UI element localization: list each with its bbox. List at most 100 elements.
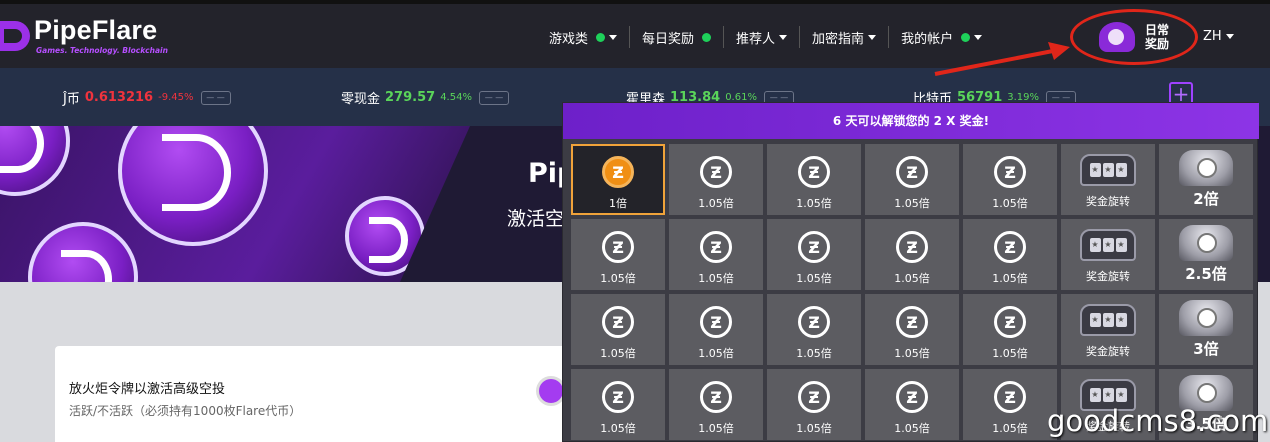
reward-day-cell[interactable]: 2倍	[1159, 144, 1253, 215]
reward-label: 1.05倍	[698, 347, 734, 360]
reward-day-cell[interactable]: Ƶ 1.05倍	[865, 219, 959, 290]
reward-day-cell[interactable]: ★ ★ ★ 奖金旋转	[1061, 144, 1155, 215]
chevron-down-icon	[1225, 34, 1234, 39]
zcash-coin-icon: Ƶ	[896, 156, 928, 188]
treasure-chest-icon	[1179, 225, 1233, 261]
reward-day-cell[interactable]: Ƶ 1.05倍	[963, 219, 1057, 290]
reward-day-cell[interactable]: Ƶ 1.05倍	[669, 219, 763, 290]
reward-label: 1.05倍	[894, 272, 930, 285]
zcash-coin-icon: Ƶ	[896, 381, 928, 413]
reward-label: 奖金旋转	[1086, 270, 1130, 283]
reward-label: 2倍	[1193, 190, 1219, 208]
reward-day-cell[interactable]: Ƶ 1.05倍	[767, 219, 861, 290]
zcash-coin-icon: Ƶ	[798, 231, 830, 263]
hero-subtitle: 激活空	[507, 208, 565, 230]
reward-day-cell[interactable]: Ƶ 1.05倍	[571, 219, 665, 290]
ticker-item[interactable]: Ĵ币 0.613216 -9.45% — —	[63, 88, 231, 107]
reward-day-cell[interactable]: Ƶ 1.05倍	[669, 144, 763, 215]
reward-day-cell[interactable]: Ƶ 1.05倍	[963, 294, 1057, 365]
reward-day-cell[interactable]: ★ ★ ★ 奖金旋转	[1061, 294, 1155, 365]
ticker-change: 4.54%	[440, 92, 472, 103]
nav-item[interactable]: 每日奖励	[630, 26, 725, 48]
zcash-coin-icon: Ƶ	[798, 306, 830, 338]
zcash-coin-icon: Ƶ	[700, 306, 732, 338]
zcash-coin-icon: Ƶ	[994, 231, 1026, 263]
ticker-name: 零现金	[341, 92, 381, 107]
chevron-down-icon	[868, 34, 877, 40]
reward-label: 2.5倍	[1185, 265, 1227, 283]
card-title: 放火炬令牌以激活高级空投	[69, 382, 226, 397]
reward-label: 1.05倍	[992, 272, 1028, 285]
reward-grid: Ƶ 1倍 Ƶ 1.05倍 Ƶ 1.05倍 Ƶ 1.05倍 Ƶ 1.05倍 ★ ★ ★ 奖金旋转 2倍 Ƶ 1.0…	[571, 144, 1257, 440]
language-label: ZH	[1203, 29, 1222, 44]
hero-art	[0, 126, 470, 282]
ticker-price: 279.57	[385, 90, 436, 105]
pipeflare-coin-icon	[28, 222, 138, 282]
reward-label: 1.05倍	[796, 347, 832, 360]
reward-day-cell[interactable]: Ƶ 1.05倍	[767, 294, 861, 365]
airdrop-card: 放火炬令牌以激活高级空投 活跃/不活跃（必须持有1000枚Flare代币）	[55, 346, 575, 442]
main-menu: 游戏类 每日奖励 推荐人 加密指南 我的帐户	[549, 26, 994, 48]
reward-day-cell[interactable]: 2.5倍	[1159, 219, 1253, 290]
reward-label-line1: 日常	[1144, 23, 1169, 37]
top-nav: PipeFlare Games. Technology. Blockchain …	[0, 0, 1270, 68]
nav-item[interactable]: 游戏类	[549, 26, 631, 48]
reward-label: 1.05倍	[796, 272, 832, 285]
reward-label: 1.05倍	[600, 347, 636, 360]
slot-machine-icon: ★ ★ ★	[1080, 304, 1136, 336]
nav-item[interactable]: 加密指南	[800, 26, 890, 48]
zcash-coin-icon: Ƶ	[602, 231, 634, 263]
pipeflare-coin-icon	[0, 126, 70, 196]
reward-day-cell[interactable]: Ƶ 1.05倍	[571, 294, 665, 365]
reward-day-cell[interactable]: Ƶ 1.05倍	[963, 369, 1057, 440]
nav-item[interactable]: 我的帐户	[889, 26, 994, 48]
slot-machine-icon: ★ ★ ★	[1080, 229, 1136, 261]
reward-day-cell[interactable]: Ƶ 1.05倍	[669, 294, 763, 365]
ticker-item[interactable]: 零现金 279.57 4.54% — —	[341, 88, 509, 107]
nav-item-label: 我的帐户	[901, 31, 954, 47]
reward-day-cell[interactable]: Ƶ 1.05倍	[767, 369, 861, 440]
reward-day-cell[interactable]: Ƶ 1.05倍	[963, 144, 1057, 215]
nav-item[interactable]: 推荐人	[724, 26, 801, 48]
zcash-coin-icon: Ƶ	[798, 381, 830, 413]
reward-label: 1.05倍	[698, 272, 734, 285]
zcash-coin-icon: Ƶ	[896, 306, 928, 338]
reward-day-cell[interactable]: ★ ★ ★ 奖金旋转	[1061, 219, 1155, 290]
status-dot-icon	[961, 32, 971, 42]
reward-day-cell[interactable]: Ƶ 1倍	[571, 144, 665, 215]
chevron-down-icon	[779, 34, 788, 40]
reward-day-cell[interactable]: Ƶ 1.05倍	[571, 369, 665, 440]
ticker-chart-button[interactable]: — —	[478, 90, 509, 105]
ticker-chart-button[interactable]: — —	[200, 90, 231, 105]
logo-tagline: Games. Technology. Blockchain	[36, 46, 168, 55]
daily-rewards-popup: 6 天可以解锁您的 2 X 奖金! Ƶ 1倍 Ƶ 1.05倍 Ƶ 1.05倍 Ƶ 1.05倍 Ƶ…	[562, 102, 1259, 442]
reward-day-cell[interactable]: 3倍	[1159, 294, 1253, 365]
zcash-coin-icon: Ƶ	[602, 306, 634, 338]
zcash-coin-icon: Ƶ	[994, 306, 1026, 338]
status-dot-icon	[702, 32, 712, 42]
ticker-name: Ĵ币	[63, 92, 80, 107]
nav-item-label: 每日奖励	[642, 31, 695, 47]
pipeflare-logo-icon	[0, 20, 30, 51]
reward-label: 奖金旋转	[1086, 195, 1130, 208]
reward-day-cell[interactable]: Ƶ 1.05倍	[767, 144, 861, 215]
chevron-down-icon	[974, 34, 983, 40]
daily-reward-button[interactable]: 日常 奖励	[1070, 9, 1198, 65]
treasure-chest-icon	[1179, 150, 1233, 186]
reward-label: 1.05倍	[894, 422, 930, 435]
zcash-coin-icon: Ƶ	[798, 156, 830, 188]
reward-day-cell[interactable]: Ƶ 1.05倍	[865, 294, 959, 365]
reward-day-cell[interactable]: Ƶ 1.05倍	[669, 369, 763, 440]
pipeflare-coin-icon	[118, 126, 268, 246]
zcash-coin-icon: Ƶ	[700, 381, 732, 413]
reward-day-cell[interactable]: Ƶ 1.05倍	[865, 144, 959, 215]
zcash-coin-icon: Ƶ	[896, 231, 928, 263]
treasure-chest-icon	[1098, 22, 1135, 52]
treasure-chest-icon	[1179, 300, 1233, 336]
ticker-change: -9.45%	[158, 92, 194, 103]
reward-day-cell[interactable]: Ƶ 1.05倍	[865, 369, 959, 440]
language-select[interactable]: ZH	[1203, 29, 1234, 44]
zcash-coin-icon: Ƶ	[994, 156, 1026, 188]
watermark: goodcms8.com	[1047, 404, 1269, 438]
logo[interactable]: PipeFlare Games. Technology. Blockchain	[0, 16, 168, 55]
